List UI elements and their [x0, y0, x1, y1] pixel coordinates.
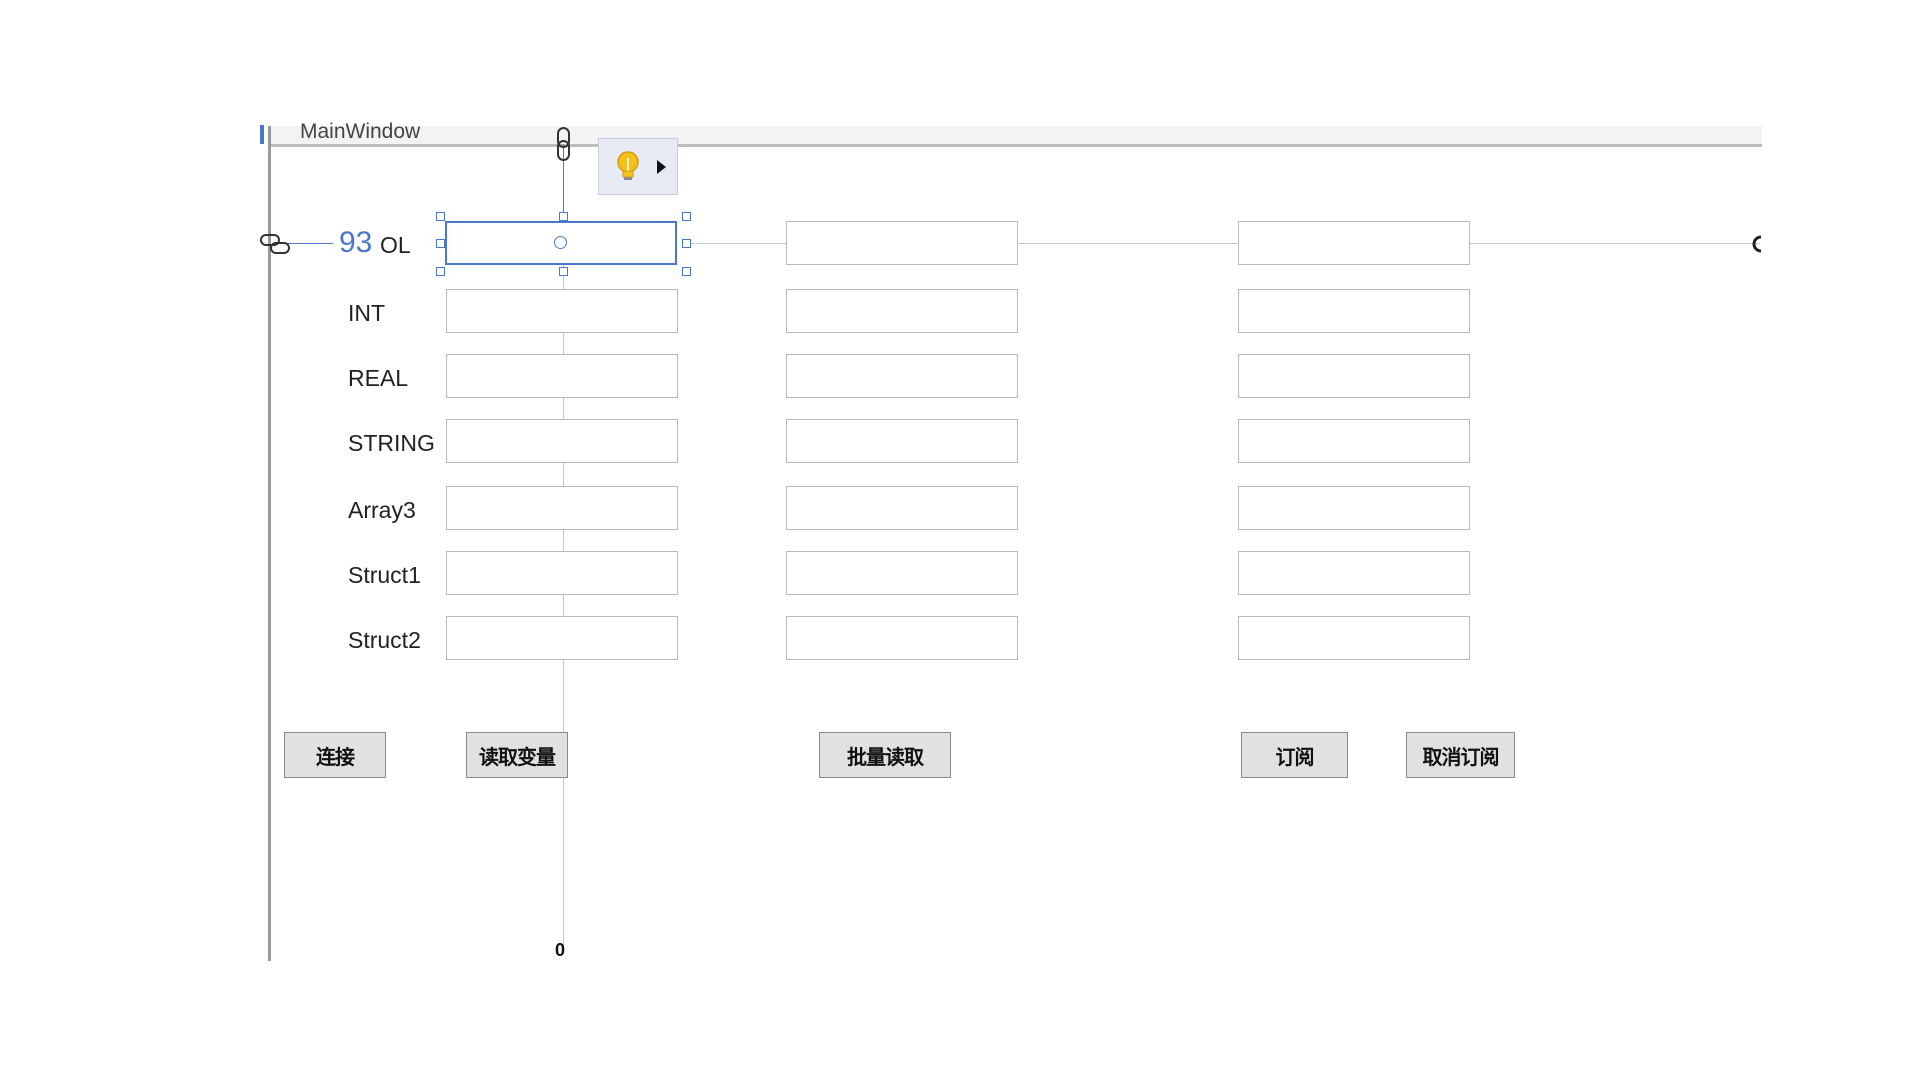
- subscribe-struct1-input[interactable]: [1238, 551, 1470, 595]
- resize-handle-bottom[interactable]: [559, 267, 568, 276]
- subscribe-struct2-input[interactable]: [1238, 616, 1470, 660]
- row-label-struct2: Struct2: [348, 627, 421, 653]
- window-title-bar: [268, 126, 1762, 147]
- light-bulb-icon: [617, 151, 639, 180]
- window-title: MainWindow: [300, 120, 421, 143]
- resize-handle-left[interactable]: [436, 239, 445, 248]
- subscribe-int-input[interactable]: [1238, 289, 1470, 333]
- read-variable-button[interactable]: 读取变量: [466, 732, 568, 778]
- resize-handle-right[interactable]: [682, 239, 691, 248]
- resize-handle-top-left[interactable]: [436, 212, 445, 221]
- connect-button[interactable]: 连接: [284, 732, 386, 778]
- int-value-input[interactable]: [446, 289, 678, 333]
- row-label-int: INT: [348, 300, 386, 326]
- batch-struct2-input[interactable]: [786, 616, 1018, 660]
- left-margin-value: 93: [339, 226, 373, 259]
- window-corner-marker: [260, 125, 264, 144]
- resize-handle-bottom-left[interactable]: [436, 267, 445, 276]
- row-label-string: STRING: [348, 430, 435, 456]
- row-label-array3: Array3: [348, 497, 416, 523]
- real-value-input[interactable]: [446, 354, 678, 398]
- right-anchor-icon: [1752, 235, 1762, 253]
- resize-handle-top-right[interactable]: [682, 212, 691, 221]
- batch-ol-input[interactable]: [786, 221, 1018, 265]
- move-handle-center[interactable]: [554, 236, 567, 249]
- struct1-value-input[interactable]: [446, 551, 678, 595]
- batch-real-input[interactable]: [786, 354, 1018, 398]
- batch-array3-input[interactable]: [786, 486, 1018, 530]
- row-label-struct1: Struct1: [348, 562, 421, 588]
- batch-struct1-input[interactable]: [786, 551, 1018, 595]
- subscribe-string-input[interactable]: [1238, 419, 1470, 463]
- subscribe-real-input[interactable]: [1238, 354, 1470, 398]
- resize-handle-bottom-right[interactable]: [682, 267, 691, 276]
- batch-string-input[interactable]: [786, 419, 1018, 463]
- smart-tag-button[interactable]: [598, 138, 678, 195]
- batch-read-button[interactable]: 批量读取: [819, 732, 951, 778]
- bottom-margin-value: 0: [555, 940, 566, 960]
- subscribe-array3-input[interactable]: [1238, 486, 1470, 530]
- row-label-ol: OL: [380, 232, 411, 258]
- triangle-right-icon: [657, 160, 666, 174]
- subscribe-ol-input[interactable]: [1238, 221, 1470, 265]
- resize-handle-top[interactable]: [559, 212, 568, 221]
- row-label-real: REAL: [348, 365, 409, 391]
- subscribe-button[interactable]: 订阅: [1241, 732, 1348, 778]
- left-anchor-link-icon[interactable]: [259, 232, 295, 256]
- struct2-value-input[interactable]: [446, 616, 678, 660]
- batch-int-input[interactable]: [786, 289, 1018, 333]
- unsubscribe-button[interactable]: 取消订阅: [1406, 732, 1515, 778]
- top-anchor-link-icon[interactable]: [553, 126, 575, 164]
- array3-value-input[interactable]: [446, 486, 678, 530]
- string-value-input[interactable]: [446, 419, 678, 463]
